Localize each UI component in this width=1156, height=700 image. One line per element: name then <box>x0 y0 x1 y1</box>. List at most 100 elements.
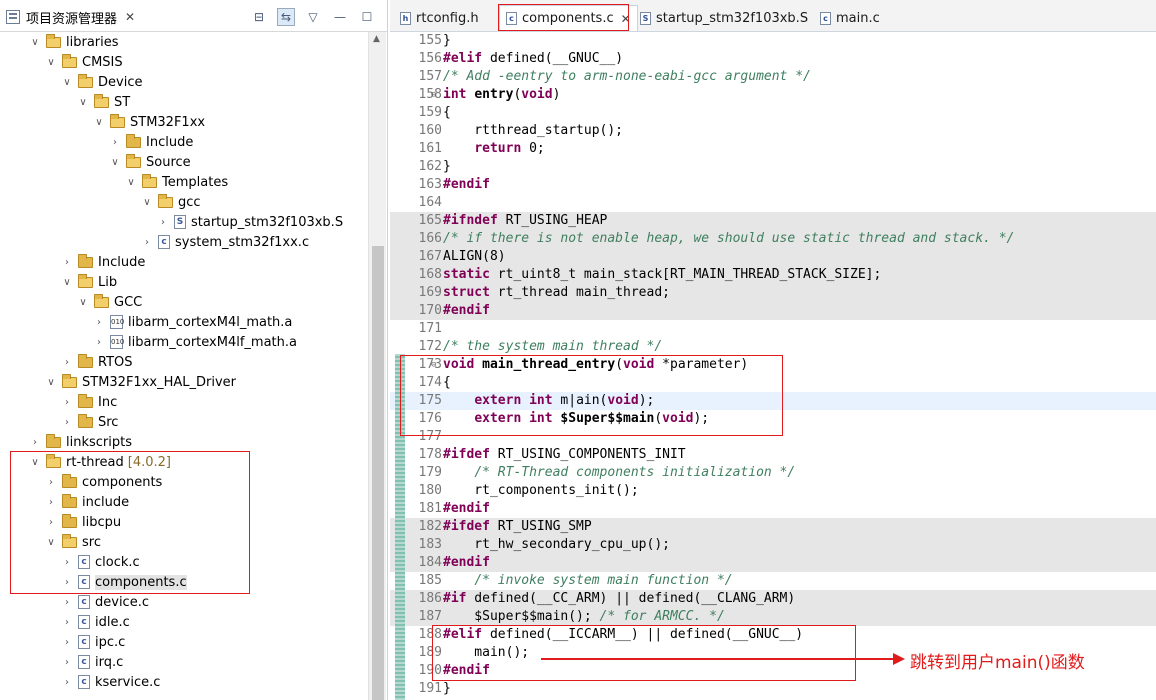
tree-item[interactable]: › c idle.c <box>60 612 130 632</box>
tree-item[interactable]: › 010 libarm_cortexM4l_math.a <box>92 312 292 332</box>
code-line[interactable]: 169 struct rt_thread main_thread; <box>390 284 1156 302</box>
code-line[interactable]: 165 #ifndef RT_USING_HEAP <box>390 212 1156 230</box>
chevron-down-icon[interactable]: ∨ <box>76 97 90 108</box>
code-line[interactable]: 170 #endif <box>390 302 1156 320</box>
code-line[interactable]: 187 $Super$$main(); /* for ARMCC. */ <box>390 608 1156 626</box>
minimize-icon[interactable]: — <box>331 8 349 26</box>
tree-item[interactable]: ∨ libraries <box>28 32 119 52</box>
tree-item[interactable]: › Src <box>60 412 118 432</box>
fold-toggle-icon[interactable]: ⊖ <box>431 86 436 104</box>
code-line[interactable]: 171 <box>390 320 1156 338</box>
chevron-right-icon[interactable]: › <box>28 437 42 448</box>
editor-tab[interactable]: c main.c <box>814 5 886 31</box>
chevron-right-icon[interactable]: › <box>108 137 122 148</box>
code-line[interactable]: 175 extern int m|ain(void); <box>390 392 1156 410</box>
code-line[interactable]: 156 #elif defined(__GNUC__) <box>390 50 1156 68</box>
chevron-down-icon[interactable]: ∨ <box>44 57 58 68</box>
chevron-down-icon[interactable]: ∨ <box>140 197 154 208</box>
fold-toggle-icon[interactable]: ⊖ <box>431 356 436 374</box>
chevron-right-icon[interactable]: › <box>60 557 74 568</box>
code-line[interactable]: 186 #if defined(__CC_ARM) || defined(__CL… <box>390 590 1156 608</box>
code-line[interactable]: 167 ALIGN(8) <box>390 248 1156 266</box>
code-line[interactable]: 185 /* invoke system main function */ <box>390 572 1156 590</box>
tree-item[interactable]: › RTOS <box>60 352 133 372</box>
chevron-right-icon[interactable]: › <box>60 677 74 688</box>
chevron-right-icon[interactable]: › <box>60 397 74 408</box>
code-line[interactable]: 157/* Add -eentry to arm-none-eabi-gcc a… <box>390 68 1156 86</box>
chevron-down-icon[interactable]: ∨ <box>60 77 74 88</box>
close-icon[interactable]: ✕ <box>125 10 135 24</box>
code-line[interactable]: 176 extern int $Super$$main(void); <box>390 410 1156 428</box>
tree-item[interactable]: › c system_stm32f1xx.c <box>140 232 309 252</box>
code-line[interactable]: 181 #endif <box>390 500 1156 518</box>
view-menu-icon[interactable]: ▽ <box>304 8 322 26</box>
tree-item[interactable]: ∨ GCC <box>76 292 142 312</box>
tree-item[interactable]: › Include <box>60 252 145 272</box>
editor-tab[interactable]: c components.c ✕ <box>499 5 638 31</box>
code-line[interactable]: 180 rt_components_init(); <box>390 482 1156 500</box>
chevron-down-icon[interactable]: ∨ <box>92 117 106 128</box>
tree-item[interactable]: › Inc <box>60 392 117 412</box>
chevron-down-icon[interactable]: ∨ <box>28 457 42 468</box>
tree-item[interactable]: ∨ rt-thread [4.0.2] <box>28 452 171 472</box>
chevron-right-icon[interactable]: › <box>60 597 74 608</box>
tree-item[interactable]: › c components.c <box>60 572 187 592</box>
code-line[interactable]: 184 #endif <box>390 554 1156 572</box>
chevron-down-icon[interactable]: ∨ <box>76 297 90 308</box>
tree-item[interactable]: ∨ ST <box>76 92 130 112</box>
maximize-icon[interactable]: ☐ <box>358 8 376 26</box>
tree-item[interactable]: ∨ Lib <box>60 272 117 292</box>
tree-item[interactable]: ∨ src <box>44 532 101 552</box>
scroll-thumb[interactable] <box>372 246 384 700</box>
tree-item[interactable]: ∨ STM32F1xx_HAL_Driver <box>44 372 236 392</box>
chevron-right-icon[interactable]: › <box>140 237 154 248</box>
tree-item[interactable]: › c clock.c <box>60 552 140 572</box>
tree-item[interactable]: › components <box>44 472 162 492</box>
editor-tab[interactable]: Sstartup_stm32f103xb.S <box>634 5 814 31</box>
tree-item[interactable]: ∨ Source <box>108 152 191 172</box>
tree-item[interactable]: › c ipc.c <box>60 632 125 652</box>
code-line[interactable]: 174{ <box>390 374 1156 392</box>
code-line[interactable]: 155} <box>390 32 1156 50</box>
tree-item[interactable]: › 010 libarm_cortexM4lf_math.a <box>92 332 297 352</box>
code-line[interactable]: 160 rtthread_startup(); <box>390 122 1156 140</box>
code-line[interactable]: 168 static rt_uint8_t main_stack[RT_MAIN_… <box>390 266 1156 284</box>
tree-item[interactable]: › Sstartup_stm32f103xb.S <box>156 212 343 232</box>
code-line[interactable]: 188 #elif defined(__ICCARM__) || defined(… <box>390 626 1156 644</box>
code-line[interactable]: 162} <box>390 158 1156 176</box>
chevron-down-icon[interactable]: ∨ <box>124 177 138 188</box>
tree-item[interactable]: › Include <box>108 132 193 152</box>
code-line[interactable]: 172/* the system main thread */ <box>390 338 1156 356</box>
tree-item[interactable]: ∨ gcc <box>140 192 201 212</box>
tree-item[interactable]: › c device.c <box>60 592 149 612</box>
chevron-right-icon[interactable]: › <box>60 637 74 648</box>
chevron-right-icon[interactable]: › <box>44 497 58 508</box>
tree-item[interactable]: ∨ CMSIS <box>44 52 123 72</box>
collapse-all-icon[interactable]: ⊟ <box>250 8 268 26</box>
code-line[interactable]: 173 ⊖ void main_thread_entry(void *paramet… <box>390 356 1156 374</box>
link-with-editor-icon[interactable]: ⇆ <box>277 8 295 26</box>
editor-tab[interactable]: h rtconfig.h <box>394 5 485 31</box>
chevron-down-icon[interactable]: ∨ <box>44 537 58 548</box>
chevron-down-icon[interactable]: ∨ <box>28 37 42 48</box>
explorer-tab[interactable]: 项目资源管理器 ✕ <box>6 6 135 28</box>
tree-item[interactable]: ∨ Device <box>60 72 142 92</box>
chevron-right-icon[interactable]: › <box>60 617 74 628</box>
code-line[interactable]: 179 /* RT-Thread components initializati… <box>390 464 1156 482</box>
chevron-right-icon[interactable]: › <box>92 317 106 328</box>
code-line[interactable]: 191} <box>390 680 1156 698</box>
tree-scrollbar[interactable]: ▲ <box>368 32 386 700</box>
chevron-down-icon[interactable]: ∨ <box>44 377 58 388</box>
code-area[interactable]: 155} 156 #elif defined(__GNUC__) 157/* Add … <box>390 32 1156 700</box>
chevron-down-icon[interactable]: ∨ <box>60 277 74 288</box>
chevron-right-icon[interactable]: › <box>60 577 74 588</box>
close-icon[interactable]: ✕ <box>621 12 631 26</box>
chevron-right-icon[interactable]: › <box>60 357 74 368</box>
chevron-right-icon[interactable]: › <box>92 337 106 348</box>
chevron-right-icon[interactable]: › <box>44 477 58 488</box>
code-line[interactable]: 163 #endif <box>390 176 1156 194</box>
code-line[interactable]: 166/* if there is not enable heap, we sh… <box>390 230 1156 248</box>
code-line[interactable]: 164 <box>390 194 1156 212</box>
chevron-down-icon[interactable]: ∨ <box>108 157 122 168</box>
chevron-right-icon[interactable]: › <box>60 657 74 668</box>
